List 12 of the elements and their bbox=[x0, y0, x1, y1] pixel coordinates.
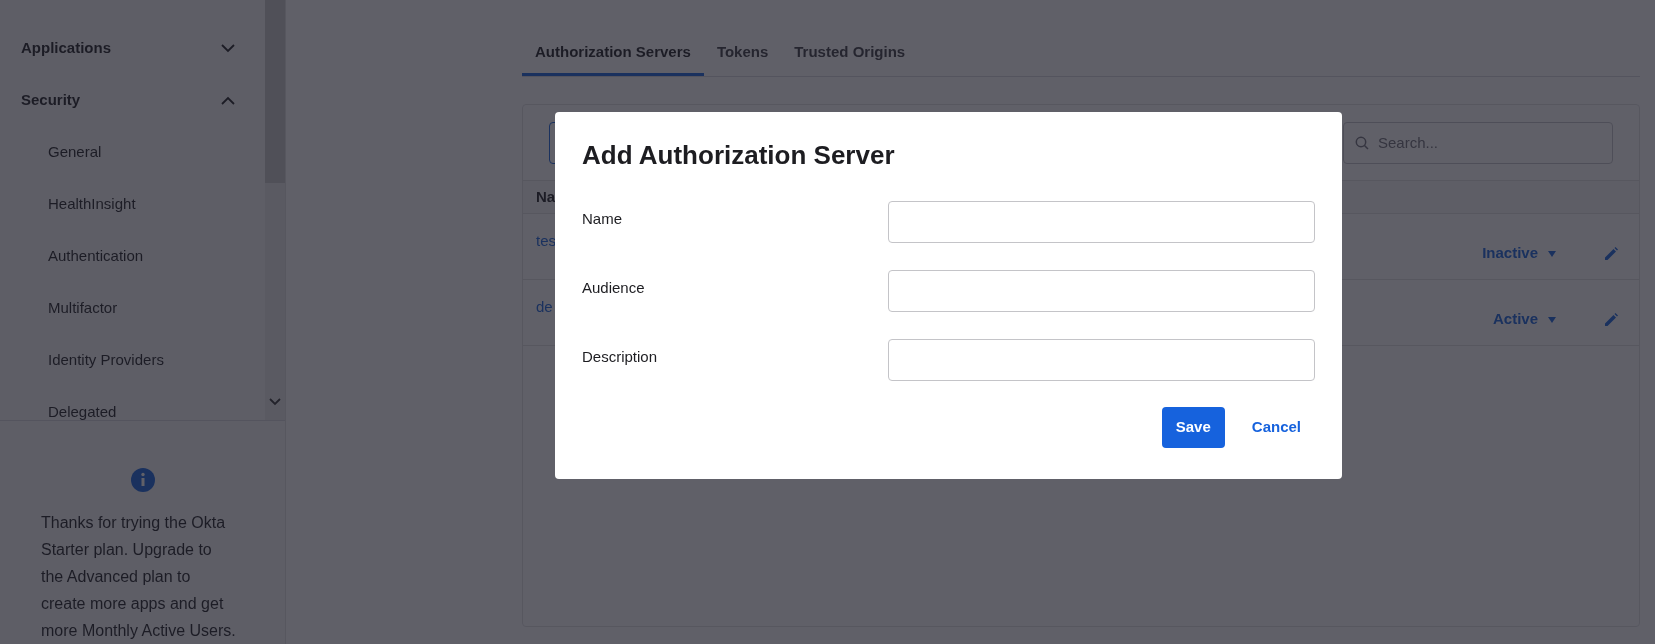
column-header: Na bbox=[536, 186, 556, 207]
tab[interactable]: Tokens bbox=[703, 32, 782, 76]
field-label: Name bbox=[582, 209, 623, 229]
text-input[interactable] bbox=[887, 339, 1315, 381]
field-label: Description bbox=[582, 347, 659, 367]
text-input[interactable] bbox=[887, 270, 1315, 312]
tab[interactable]: Trusted Origins bbox=[781, 32, 919, 76]
text-input[interactable] bbox=[887, 201, 1315, 243]
upgrade-message: Thanks for trying the Okta Starter plan. Upgrade to the Advanced plan to create more apps and get more Monthly Active Users. bbox=[41, 513, 237, 641]
field-label: Audience bbox=[582, 278, 646, 298]
save-button[interactable]: Save bbox=[1161, 407, 1225, 448]
modal-title: Add Authorization Server bbox=[582, 139, 896, 171]
